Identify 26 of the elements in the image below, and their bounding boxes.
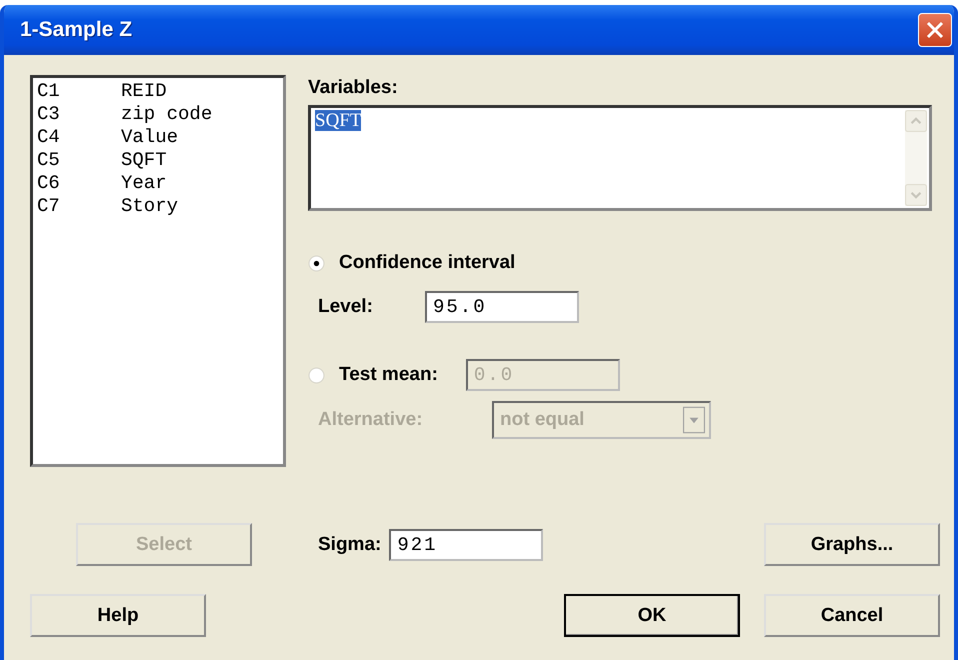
level-field[interactable]: 95.0: [425, 291, 579, 323]
variables-field[interactable]: SQFT: [308, 105, 932, 211]
column-list-item[interactable]: C5 SQFT: [37, 149, 279, 172]
selected-variable: SQFT: [315, 110, 362, 131]
sigma-label: Sigma:: [318, 534, 382, 556]
scroll-down-icon[interactable]: [905, 184, 927, 206]
window-title: 1-Sample Z: [20, 18, 132, 42]
close-icon: [924, 19, 946, 41]
alternative-label: Alternative:: [318, 409, 424, 431]
sigma-field[interactable]: 921: [389, 528, 544, 560]
column-list-item[interactable]: C3 zip code: [37, 103, 279, 126]
column-list-item[interactable]: C7 Story: [37, 195, 279, 218]
column-list-item[interactable]: C1 REID: [37, 80, 279, 103]
scroll-up-icon[interactable]: [905, 110, 927, 132]
scrollbar[interactable]: [905, 110, 927, 206]
help-button[interactable]: Help: [30, 594, 206, 637]
close-button[interactable]: [918, 13, 952, 47]
radio-label[interactable]: Confidence interval: [339, 252, 516, 274]
graphs-button[interactable]: Graphs...: [764, 523, 940, 566]
dialog-button[interactable]: Cancel: [764, 594, 940, 637]
level-label: Level:: [318, 296, 374, 318]
column-list-item[interactable]: C4 Value: [37, 126, 279, 149]
dialog-button[interactable]: OK: [564, 594, 740, 637]
column-list-item[interactable]: C6 Year: [37, 172, 279, 195]
radio-button[interactable]: [308, 254, 325, 272]
variables-label: Variables:: [308, 77, 399, 99]
